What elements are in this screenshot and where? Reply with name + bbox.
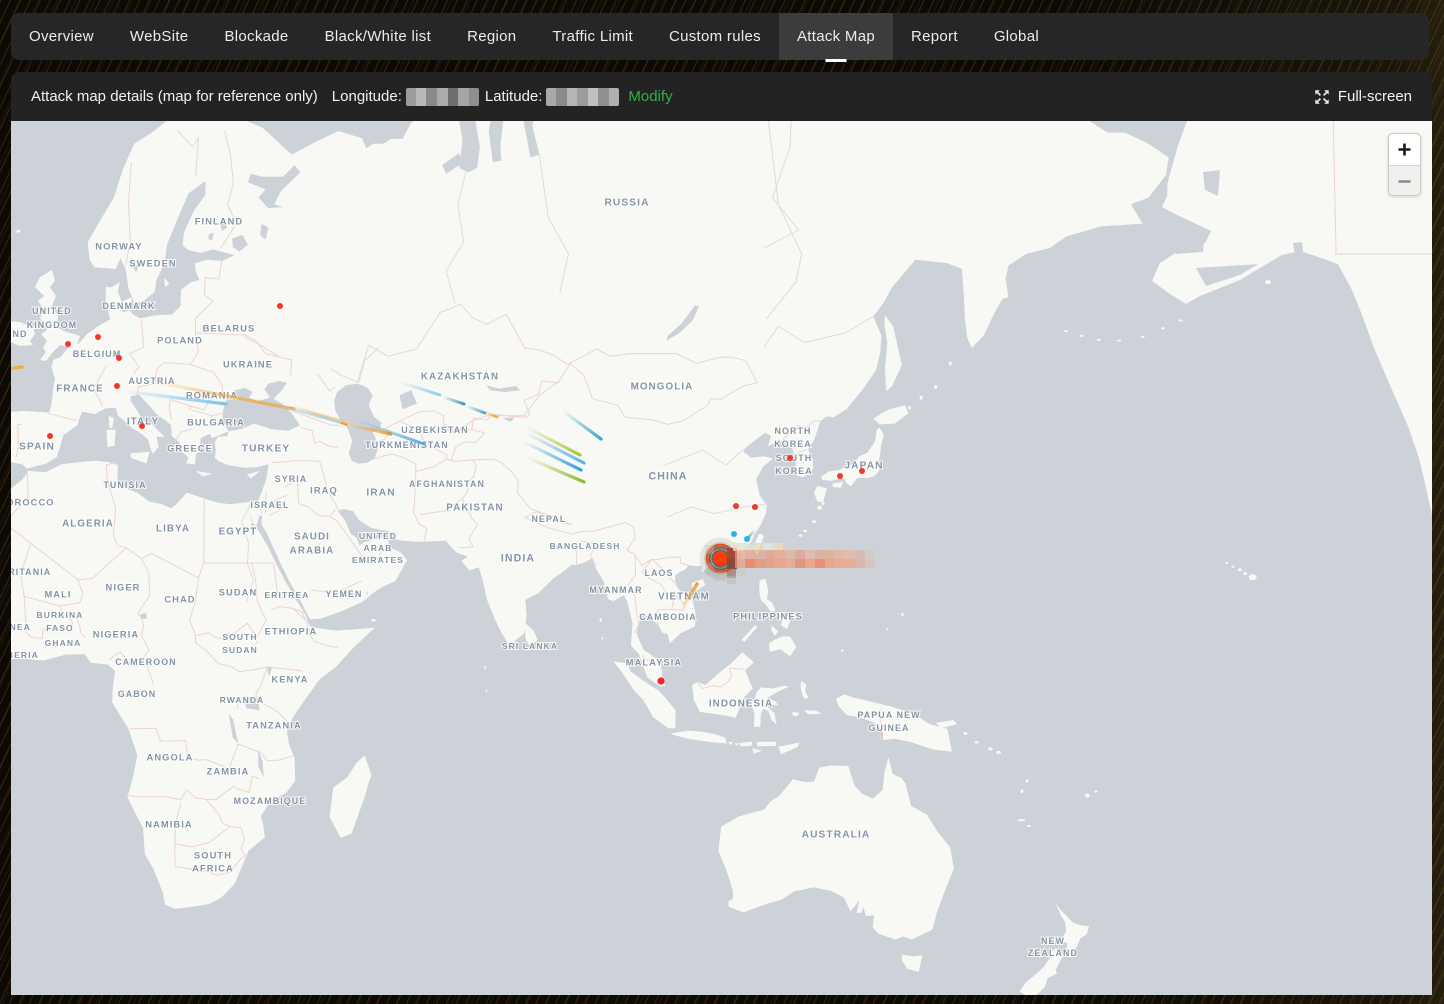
svg-text:ZAMBIA: ZAMBIA	[207, 766, 250, 776]
svg-text:TANZANIA: TANZANIA	[246, 720, 302, 730]
svg-text:MALAYSIA: MALAYSIA	[626, 657, 683, 667]
svg-text:KOREA: KOREA	[775, 466, 813, 476]
svg-text:IRAN: IRAN	[366, 488, 395, 499]
svg-text:ALGERIA: ALGERIA	[62, 518, 114, 529]
svg-text:BANGLADESH: BANGLADESH	[550, 541, 621, 551]
svg-text:DENMARK: DENMARK	[102, 301, 155, 311]
svg-text:MYANMAR: MYANMAR	[589, 585, 642, 595]
svg-text:NIGER: NIGER	[106, 582, 141, 592]
svg-text:MONGOLIA: MONGOLIA	[631, 381, 694, 392]
svg-text:AUSTRALIA: AUSTRALIA	[802, 830, 871, 841]
svg-text:RUSSIA: RUSSIA	[604, 198, 649, 209]
svg-text:GREECE: GREECE	[167, 443, 213, 453]
svg-text:FRANCE: FRANCE	[56, 383, 103, 394]
svg-text:KAZAKHSTAN: KAZAKHSTAN	[421, 371, 499, 382]
svg-text:ISRAEL: ISRAEL	[250, 500, 289, 510]
svg-text:KENYA: KENYA	[271, 674, 308, 684]
svg-text:UKRAINE: UKRAINE	[223, 359, 273, 369]
svg-text:SRI LANKA: SRI LANKA	[502, 641, 558, 651]
svg-text:LIBERIA: LIBERIA	[11, 650, 39, 660]
svg-text:EGYPT: EGYPT	[219, 526, 258, 537]
svg-text:PAKISTAN: PAKISTAN	[446, 502, 503, 513]
svg-text:SOUTH: SOUTH	[194, 850, 232, 860]
svg-text:ARAB: ARAB	[364, 543, 393, 553]
svg-text:BELGIUM: BELGIUM	[73, 349, 122, 359]
svg-text:NEW: NEW	[1041, 936, 1065, 946]
svg-text:ETHIOPIA: ETHIOPIA	[265, 626, 318, 636]
svg-text:RWANDA: RWANDA	[220, 695, 265, 705]
svg-text:FINLAND: FINLAND	[195, 216, 244, 226]
svg-text:TURKEY: TURKEY	[242, 444, 290, 455]
svg-text:MOZAMBIQUE: MOZAMBIQUE	[234, 796, 307, 806]
svg-text:MAURITANIA: MAURITANIA	[11, 567, 51, 577]
svg-text:TURKMENISTAN: TURKMENISTAN	[365, 440, 449, 450]
svg-text:LAOS: LAOS	[644, 568, 673, 578]
svg-text:FASO: FASO	[46, 623, 74, 633]
svg-text:ZEALAND: ZEALAND	[1028, 948, 1078, 958]
svg-text:MOROCCO: MOROCCO	[11, 497, 55, 507]
svg-text:EMIRATES: EMIRATES	[352, 555, 404, 565]
svg-text:BULGARIA: BULGARIA	[187, 417, 245, 427]
svg-text:SUDAN: SUDAN	[222, 645, 258, 655]
svg-text:GHANA: GHANA	[45, 638, 82, 648]
svg-text:NIGERIA: NIGERIA	[93, 629, 139, 639]
svg-text:VIETNAM: VIETNAM	[658, 591, 710, 602]
svg-text:GUINEA: GUINEA	[868, 723, 909, 733]
svg-text:SWEDEN: SWEDEN	[129, 258, 176, 268]
svg-text:GABON: GABON	[118, 689, 157, 699]
svg-text:KINGDOM: KINGDOM	[27, 320, 78, 330]
svg-text:UNITED: UNITED	[32, 306, 72, 316]
svg-text:CHINA: CHINA	[648, 471, 687, 483]
svg-text:BELARUS: BELARUS	[203, 323, 256, 333]
svg-text:POLAND: POLAND	[157, 335, 203, 345]
svg-text:CAMBODIA: CAMBODIA	[639, 612, 697, 622]
svg-text:YEMEN: YEMEN	[325, 589, 362, 599]
svg-text:NEPAL: NEPAL	[532, 514, 567, 524]
svg-text:IRAQ: IRAQ	[310, 485, 338, 495]
svg-text:SPAIN: SPAIN	[19, 442, 55, 453]
svg-text:AFGHANISTAN: AFGHANISTAN	[409, 479, 485, 489]
svg-text:UZBEKISTAN: UZBEKISTAN	[401, 425, 469, 435]
svg-text:NORWAY: NORWAY	[95, 241, 142, 251]
svg-text:GUINEA: GUINEA	[11, 622, 31, 632]
svg-text:CHAD: CHAD	[164, 594, 195, 604]
svg-text:MALI: MALI	[44, 589, 71, 599]
svg-text:SOUTH: SOUTH	[222, 632, 257, 642]
svg-text:AFRICA: AFRICA	[192, 863, 234, 873]
svg-text:BURKINA: BURKINA	[37, 610, 84, 620]
svg-text:ERITREA: ERITREA	[264, 590, 309, 600]
svg-text:INDONESIA: INDONESIA	[709, 698, 773, 709]
svg-text:SUDAN: SUDAN	[219, 587, 258, 597]
svg-text:UNITED: UNITED	[359, 531, 397, 541]
svg-text:SAUDI: SAUDI	[294, 531, 330, 542]
svg-text:LIBYA: LIBYA	[156, 523, 190, 534]
svg-text:CAMEROON: CAMEROON	[115, 657, 177, 667]
svg-text:IRELAND: IRELAND	[11, 329, 28, 339]
svg-text:SOUTH: SOUTH	[776, 453, 813, 463]
svg-text:SYRIA: SYRIA	[275, 474, 308, 484]
svg-text:KOREA: KOREA	[774, 439, 812, 449]
svg-text:TUNISIA: TUNISIA	[103, 480, 146, 490]
svg-text:PAPUA NEW: PAPUA NEW	[857, 710, 920, 720]
svg-text:NORTH: NORTH	[774, 426, 811, 436]
svg-text:ANGOLA: ANGOLA	[147, 752, 194, 762]
svg-text:ARABIA: ARABIA	[290, 545, 335, 556]
svg-text:PHILIPPINES: PHILIPPINES	[733, 611, 803, 621]
svg-text:INDIA: INDIA	[501, 553, 535, 565]
svg-text:NAMIBIA: NAMIBIA	[145, 819, 192, 829]
